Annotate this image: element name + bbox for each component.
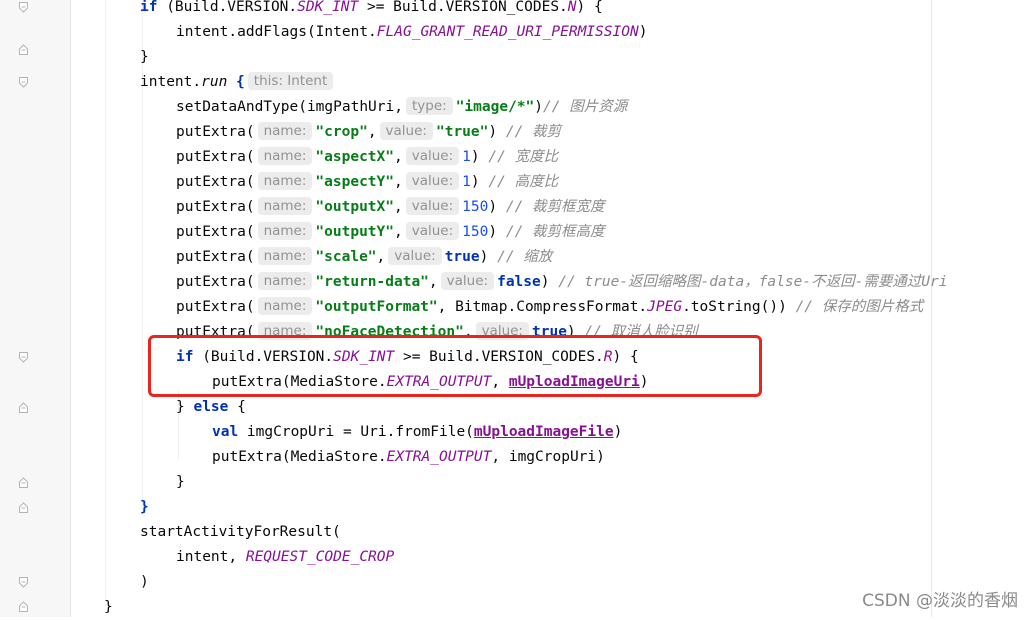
code-line: putExtra(name: "return-data", value: false)…: [176, 272, 948, 290]
inlay-hint: name:: [257, 247, 313, 265]
code-line: putExtra(name: "outputY", value: 150) // 裁剪…: [176, 222, 605, 240]
highlight-annotation-box: [148, 335, 762, 397]
code-line: }: [140, 499, 149, 515]
code-line: putExtra(name: "aspectX", value: 1) // 宽度比: [176, 147, 559, 165]
code-line: putExtra(name: "aspectY", value: 1) // 高度比: [176, 172, 559, 190]
fold-marker-icon[interactable]: [19, 352, 28, 363]
inlay-hint: name:: [257, 122, 313, 140]
code-line: intent.addFlags(Intent.FLAG_GRANT_READ_U…: [176, 24, 648, 40]
inlay-hint: name:: [257, 297, 313, 315]
fold-marker-icon[interactable]: [19, 502, 28, 513]
inlay-hint: value:: [405, 222, 460, 240]
code-line: intent, REQUEST_CODE_CROP: [176, 549, 395, 565]
inlay-hint: name:: [257, 222, 313, 240]
fold-marker-icon[interactable]: [19, 44, 28, 55]
code-line: putExtra(name: "scale", value: true) // 缩放: [176, 247, 553, 265]
inlay-hint: name:: [257, 197, 313, 215]
fold-marker-icon[interactable]: [19, 402, 28, 413]
code-line: putExtra(name: "crop", value: "true") // 裁剪: [176, 122, 562, 140]
code-line: }: [104, 599, 113, 615]
fold-marker-icon[interactable]: [19, 477, 28, 488]
code-line: putExtra(MediaStore.EXTRA_OUTPUT, imgCro…: [212, 449, 605, 465]
code-line: startActivityForResult(: [140, 524, 341, 540]
inlay-hint: type:: [405, 97, 453, 115]
inlay-hint: name:: [257, 272, 313, 290]
code-line: ): [140, 574, 149, 590]
fold-marker-icon[interactable]: [19, 601, 28, 612]
code-line: }: [140, 49, 149, 65]
inlay-hint: name:: [257, 147, 313, 165]
code-line: setDataAndType(imgPathUri, type: "image/*"…: [176, 97, 628, 115]
code-line: putExtra(name: "outputX", value: 150) // 裁剪…: [176, 197, 605, 215]
code-line: } else {: [176, 399, 246, 415]
fold-marker-icon[interactable]: [19, 77, 28, 88]
inlay-hint: value:: [405, 147, 460, 165]
code-line: intent.run {this: Intent: [140, 70, 336, 95]
watermark: CSDN @淡淡的香烟: [862, 591, 1018, 611]
inlay-hint: value:: [405, 172, 460, 190]
fold-marker-icon[interactable]: [19, 577, 28, 588]
code-line: putExtra(name: "outputFormat", Bitmap.Com…: [176, 297, 924, 315]
code-line: }: [176, 474, 185, 490]
right-margin-guide: [931, 0, 932, 617]
inlay-hint: name:: [257, 172, 313, 190]
editor-gutter: [0, 0, 71, 617]
code-line: val imgCropUri = Uri.fromFile(mUploadIma…: [212, 424, 623, 440]
inlay-hint: value:: [440, 272, 495, 290]
indent-guide: [105, 0, 106, 600]
inlay-hint: value:: [388, 247, 442, 265]
fold-marker-icon[interactable]: [19, 2, 28, 13]
inlay-hint: this: Intent: [247, 72, 334, 90]
code-line: if (Build.VERSION.SDK_INT >= Build.VERSI…: [140, 0, 603, 15]
inlay-hint: value:: [379, 122, 433, 140]
inlay-hint: value:: [405, 197, 460, 215]
